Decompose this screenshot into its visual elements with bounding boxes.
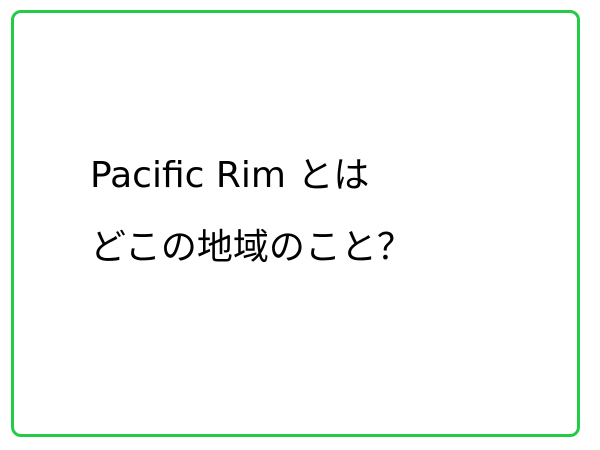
question-line-1: Pacific Rim とは <box>90 155 370 196</box>
question-line-2: どこの地域のこと？ <box>90 227 413 268</box>
question-text: Pacific Rim とは どこの地域のこと？ <box>90 140 413 284</box>
